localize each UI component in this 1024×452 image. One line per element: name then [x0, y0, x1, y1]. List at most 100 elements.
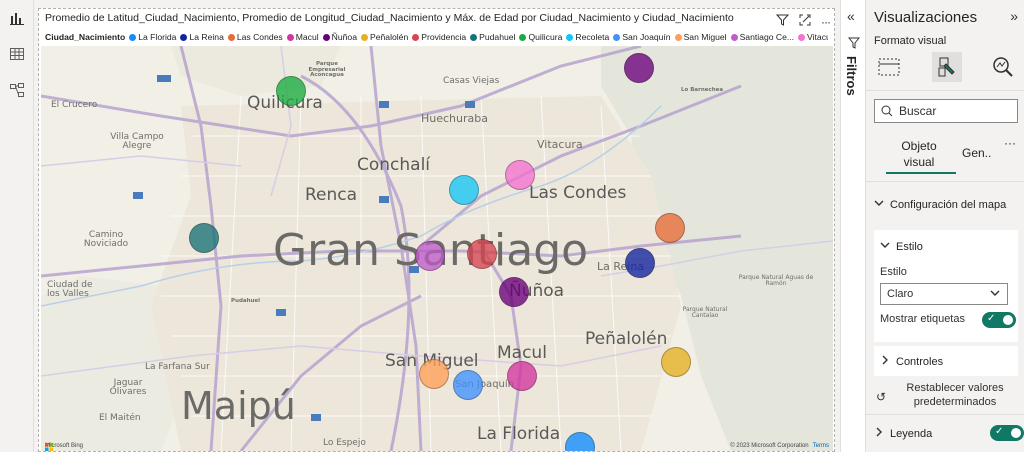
pane-divider	[866, 90, 1024, 91]
legend-item[interactable]: San Joaquín	[613, 32, 671, 42]
legend-item[interactable]: Pudahuel	[470, 32, 515, 42]
reset-divider	[866, 414, 1024, 415]
controls-card[interactable]: Controles	[874, 346, 1018, 376]
map-bubble[interactable]	[624, 53, 654, 83]
style-dropdown[interactable]: Claro	[880, 283, 1008, 305]
search-placeholder: Buscar	[899, 104, 937, 118]
table-view-icon[interactable]	[5, 42, 29, 66]
legend-item[interactable]: Macul	[286, 32, 319, 42]
terms-link[interactable]: Terms	[813, 443, 829, 449]
legend-dot	[519, 33, 527, 41]
build-visual-icon[interactable]	[874, 52, 904, 82]
legend-item[interactable]: Las Condes	[227, 32, 283, 42]
chevron-right-icon	[874, 427, 884, 440]
legend-item[interactable]: Peñalolén	[361, 32, 408, 42]
chevron-right-icon	[880, 355, 890, 368]
map-label-camino-noviciado: Camino Noviciado	[83, 230, 129, 249]
format-tabs: Objeto visual Gen.. ···	[874, 134, 1022, 174]
legend-dot	[412, 33, 420, 41]
map-settings-section[interactable]: Configuración del mapa	[874, 198, 1006, 211]
map-bubble[interactable]	[655, 213, 685, 243]
report-view-icon[interactable]	[5, 6, 29, 30]
controls-card-header[interactable]: Controles	[880, 355, 943, 368]
map-label-lo-barnechea: Lo Barnechea	[681, 87, 724, 93]
legend-item[interactable]: Providencia	[412, 32, 466, 42]
map-label-vitacura: Vitacura	[537, 138, 583, 151]
legend-label: Pudahuel	[479, 32, 516, 42]
legend-dot	[286, 33, 294, 41]
map-bubble[interactable]	[507, 361, 537, 391]
legend-label: Recoleta	[575, 32, 610, 42]
chevron-down-icon	[874, 198, 884, 211]
filters-label[interactable]: Filtros	[844, 56, 859, 96]
focus-mode-icon[interactable]	[799, 13, 811, 31]
reset-defaults-button[interactable]: Restablecer valores predeterminados	[874, 381, 1018, 409]
legend-section[interactable]: Leyenda	[874, 427, 932, 440]
legend-item[interactable]: Ñuñoa	[322, 32, 357, 42]
map-label-el-crucero: El Crucero	[51, 100, 98, 110]
map-label-jaguar-olivares: Jaguar Olivares	[109, 378, 147, 397]
bing-logo: Microsoft Bing	[45, 443, 83, 451]
legend-items: La Florida La Reina Las Condes Macul Ñuñoa Pe…	[129, 32, 828, 42]
legend-dot	[227, 33, 235, 41]
map-bubble[interactable]	[505, 160, 535, 190]
map-bubble[interactable]	[419, 359, 449, 389]
legend-label: San Joaquín	[622, 32, 671, 42]
filter-icon[interactable]	[775, 13, 790, 31]
style-card: Estilo Estilo Claro Mostrar etiquetas ✓	[874, 230, 1018, 342]
map-bubble[interactable]	[499, 277, 529, 307]
tab-general[interactable]: Gen..	[962, 146, 991, 160]
map-label-la-florida: La Florida	[477, 424, 561, 444]
legend-dot	[566, 33, 574, 41]
legend-item[interactable]: La Reina	[180, 32, 224, 42]
map-bubble[interactable]	[415, 241, 445, 271]
map-bubble[interactable]	[625, 248, 655, 278]
legend-toggle[interactable]: ✓	[990, 425, 1024, 441]
search-icon	[881, 105, 893, 117]
legend-label: Macul	[295, 32, 319, 42]
powerbi-window: Promedio de Latitud_Ciudad_Nacimiento, P…	[0, 0, 1024, 452]
show-labels-label: Mostrar etiquetas	[880, 313, 965, 325]
search-box[interactable]: Buscar	[874, 99, 1018, 123]
style-card-header[interactable]: Estilo	[880, 240, 923, 253]
map-visual[interactable]: Promedio de Latitud_Ciudad_Nacimiento, P…	[38, 8, 835, 452]
collapse-filters-icon[interactable]: «	[847, 8, 855, 24]
legend-label: La Florida	[138, 32, 177, 42]
legend-dot	[129, 33, 137, 41]
legend-item[interactable]: Santiago Ce...	[730, 32, 795, 42]
expand-pane-icon[interactable]: »	[1010, 8, 1018, 24]
map-label-renca: Renca	[305, 185, 358, 205]
legend-label: Peñalolén	[370, 32, 409, 42]
filters-pane-collapsed[interactable]: « Filtros	[840, 0, 866, 452]
map-bubble[interactable]	[453, 370, 483, 400]
map-label-huechuraba: Huechuraba	[421, 112, 488, 125]
legend-item[interactable]: La Florida	[129, 32, 176, 42]
map-label-penalolen: Peñalolén	[585, 329, 668, 349]
analytics-icon[interactable]	[988, 52, 1018, 82]
map-bubble[interactable]	[467, 239, 497, 269]
map-bubble[interactable]	[449, 175, 479, 205]
legend-item[interactable]: Vitacura	[798, 32, 828, 42]
legend-label: Santiago Ce...	[739, 32, 795, 42]
format-visual-icon[interactable]	[932, 52, 962, 82]
style-dropdown-value: Claro	[887, 288, 914, 300]
map-label-ciudad-de-los-valles: Ciudad de los Valles	[47, 280, 93, 299]
tabs-divider	[866, 181, 1024, 182]
more-tabs-icon[interactable]: ···	[1004, 136, 1016, 150]
map-bubble[interactable]	[661, 347, 691, 377]
show-labels-toggle[interactable]: ✓	[982, 312, 1016, 328]
map-bubble[interactable]	[276, 76, 306, 106]
pane-subtitle: Formato visual	[874, 35, 947, 47]
legend-label: San Miguel	[683, 32, 727, 42]
legend-item[interactable]: Recoleta	[566, 32, 609, 42]
more-options-icon[interactable]: ···	[821, 15, 831, 29]
map-label-parque-cantalao: Parque Natural Cantalao	[682, 306, 728, 319]
legend-dot	[361, 33, 368, 41]
legend-dot	[613, 33, 621, 41]
model-view-icon[interactable]	[5, 78, 29, 102]
legend-item[interactable]: San Miguel	[674, 32, 727, 42]
legend-item[interactable]: Quilicura	[519, 32, 562, 42]
tab-visual[interactable]: Objeto visual	[892, 138, 946, 170]
map-bubble[interactable]	[189, 223, 219, 253]
map-area[interactable]: Gran Santiago Quilicura Conchalí Renca L…	[41, 46, 833, 451]
